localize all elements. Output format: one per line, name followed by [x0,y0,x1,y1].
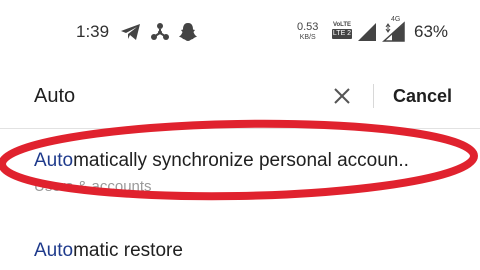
signal-strength-4g-icon [382,21,405,42]
telegram-icon [121,24,140,40]
status-bar: 1:39 0.53 KB/S VoLTE LTE 2 4G 63% [0,0,480,66]
snapchat-icon [179,23,197,41]
lte-label: LTE 2 [332,29,352,39]
signal-strength-icon [358,23,376,41]
search-result-item[interactable]: Automatically synchronize personal accou… [34,150,409,195]
battery-percentage: 63% [414,22,449,41]
share-hub-icon [151,23,169,40]
network-speed: 0.53 KB/S [297,22,318,42]
search-result-title: Automatically synchronize personal accou… [34,150,409,172]
clear-search-icon[interactable] [330,84,354,108]
network-speed-value: 0.53 [297,21,319,33]
network-speed-unit: KB/S [299,34,316,41]
volte-icon: VoLTE LTE 2 [332,21,352,43]
search-result-item[interactable]: Automatic restore [34,240,183,262]
volte-label: VoLTE [332,22,352,28]
search-match-highlight: Auto [34,150,74,171]
cancel-button[interactable]: Cancel [393,86,452,107]
search-result-title-rest: matic restore [73,240,183,261]
search-divider [373,84,374,108]
status-time: 1:39 [76,22,110,41]
search-input[interactable]: Auto [34,85,75,108]
search-match-highlight: Auto [34,240,74,261]
search-result-subtitle: Users & accounts [34,178,152,195]
search-result-title: Automatic restore [34,240,183,262]
search-result-title-rest: matically synchronize personal accoun.. [73,150,409,171]
network-type-label: 4G [391,16,401,23]
header-divider [0,128,480,129]
